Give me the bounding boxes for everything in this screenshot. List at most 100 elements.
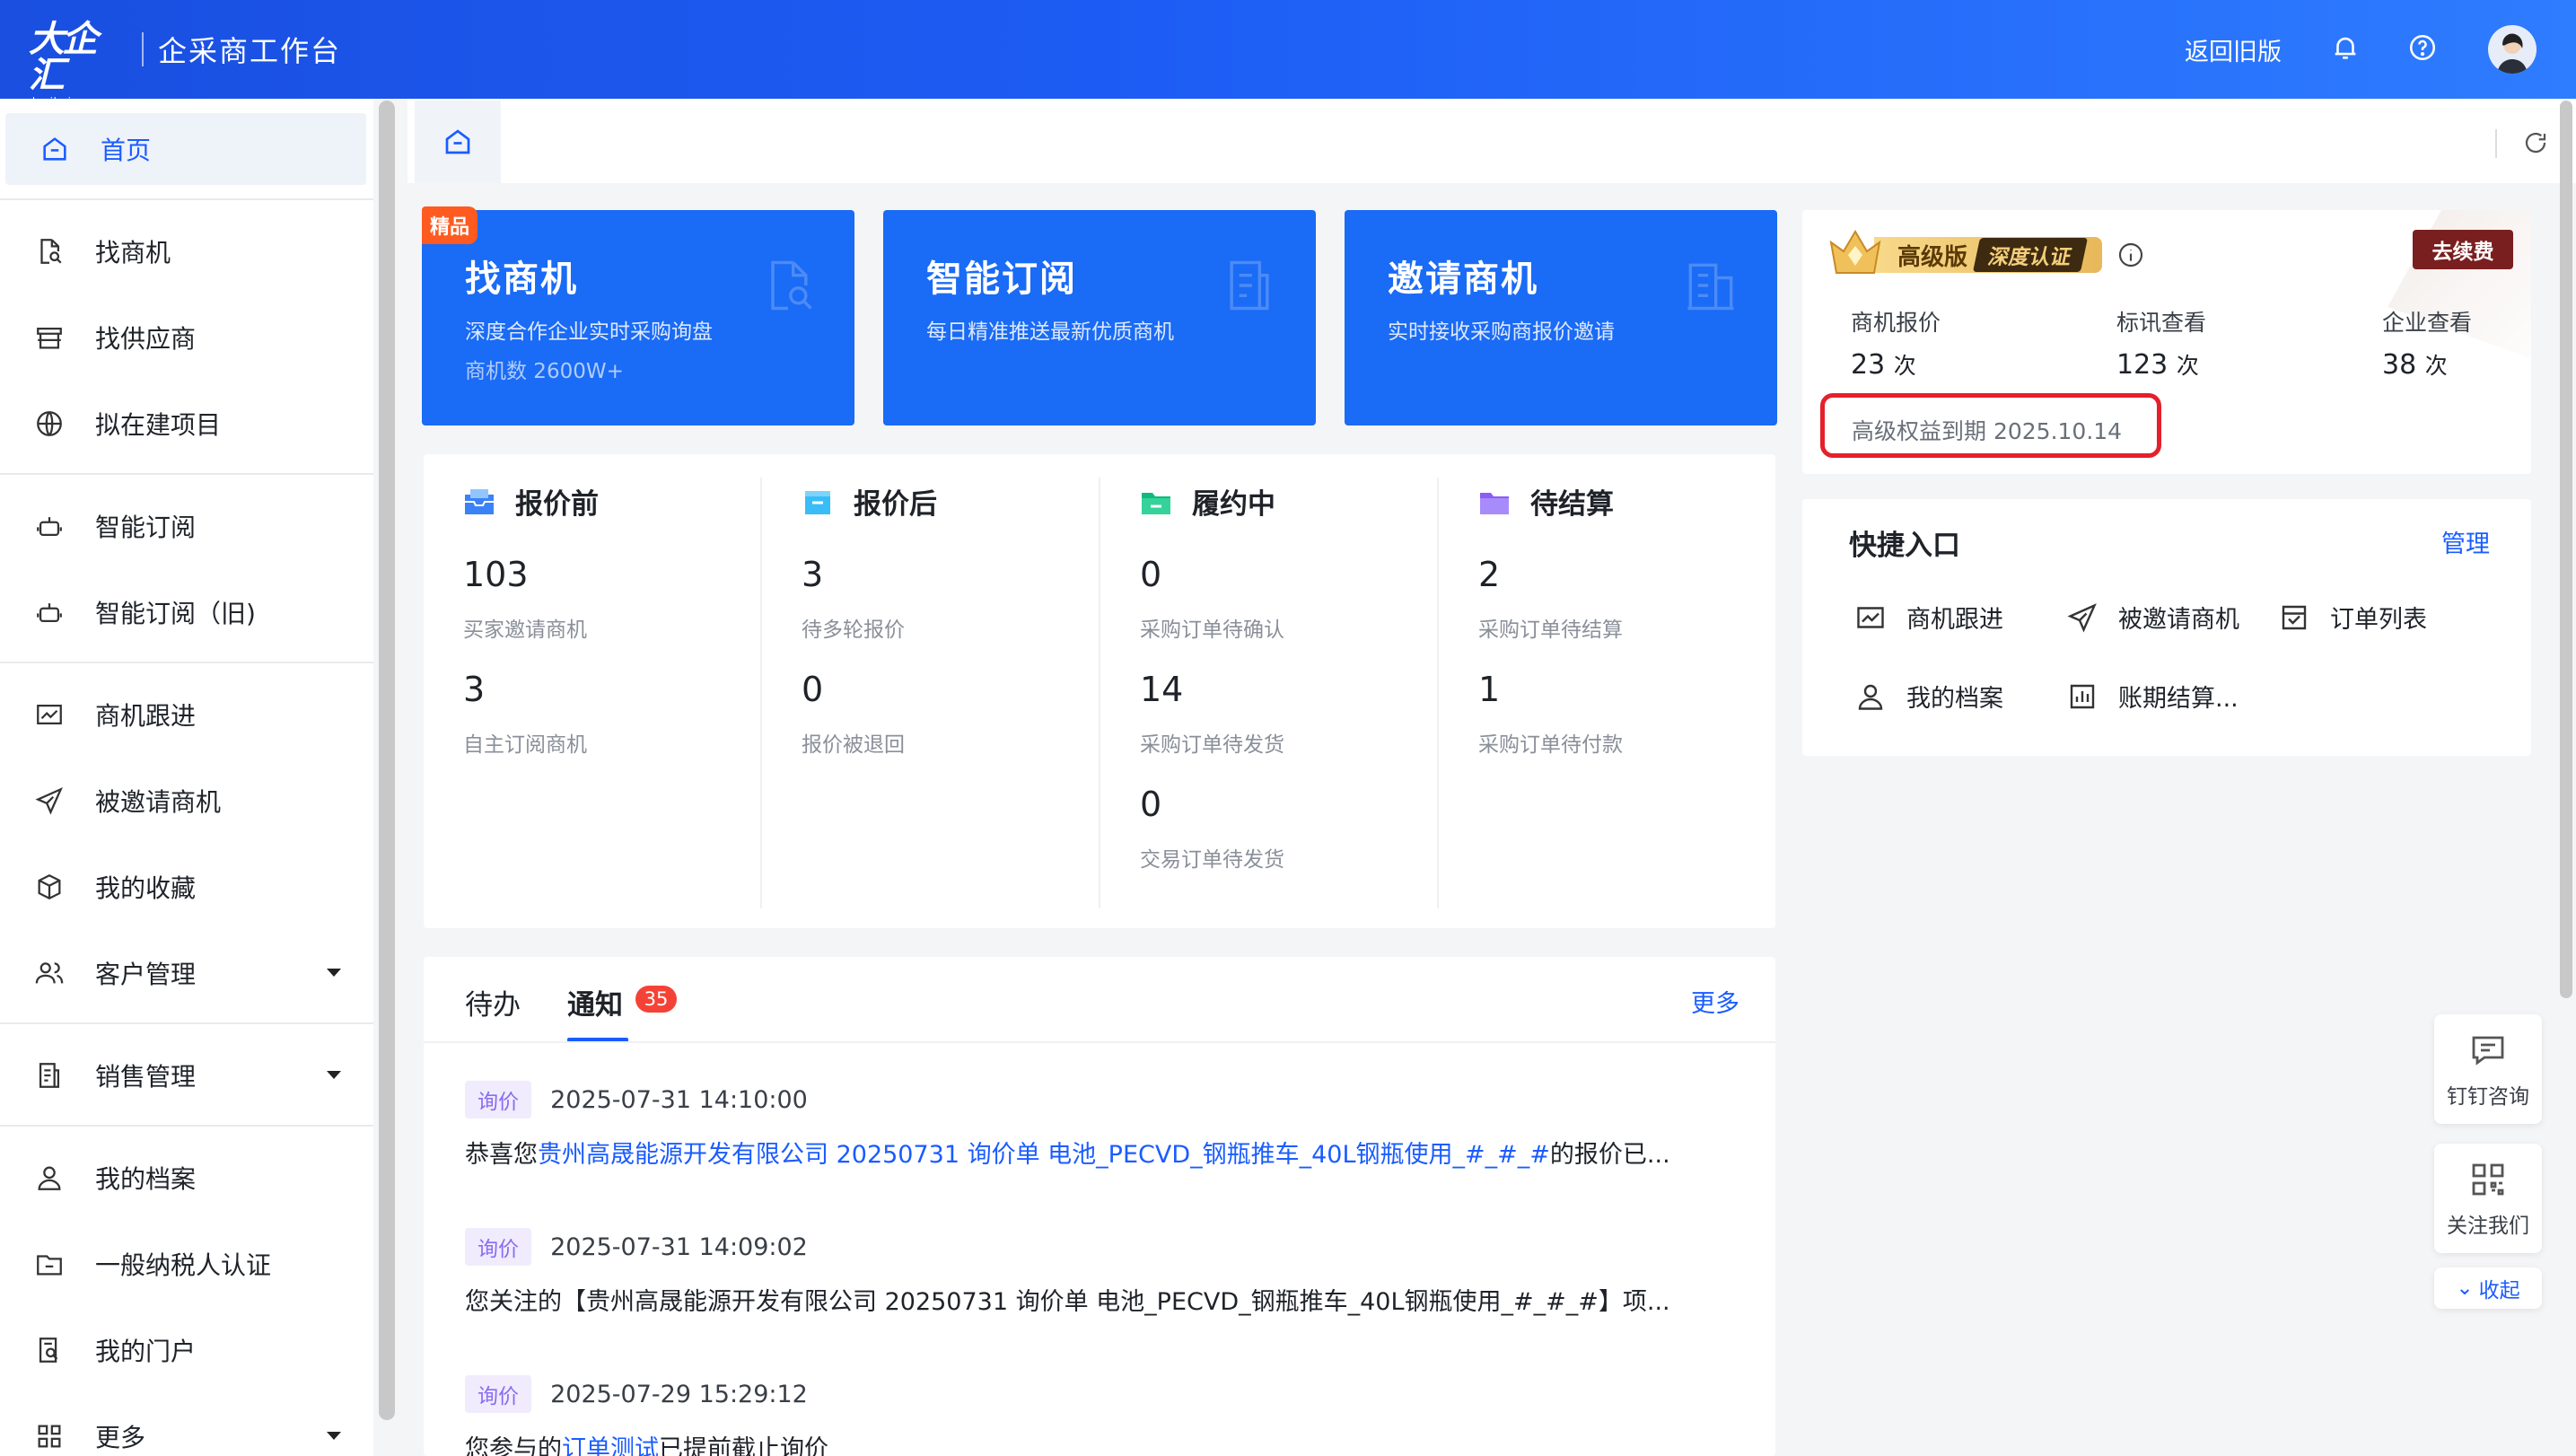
stat-label: 采购订单待发货	[1140, 733, 1284, 757]
renew-button[interactable]: 去续费	[2413, 230, 2513, 269]
sidebar-item-find-opportunity[interactable]: 找商机	[0, 215, 373, 287]
home-icon	[445, 129, 470, 154]
stat-unit: 次	[1893, 353, 1916, 379]
header-divider	[142, 32, 144, 66]
sidebar-item-portal[interactable]: 我的门户	[0, 1314, 373, 1386]
old-version-link[interactable]: 返回旧版	[2185, 32, 2282, 67]
sidebar-item-label: 拟在建项目	[95, 410, 222, 440]
sidebar-item-label: 首页	[101, 136, 152, 165]
sidebar-item-find-supplier[interactable]: 找供应商	[0, 302, 373, 373]
quick-item-label: 订单列表	[2330, 606, 2427, 634]
logo-mark: 大企汇	[29, 19, 98, 96]
more-link[interactable]: 更多	[1691, 984, 1739, 1019]
chart-icon	[37, 704, 62, 725]
notice-body: 您关注的【贵州高晟能源开发有限公司 20250731 询价单 电池_PECVD_…	[465, 1282, 1757, 1317]
stat-value[interactable]: 1	[1478, 670, 1500, 709]
robot-icon	[37, 603, 62, 623]
send-icon	[2067, 602, 2097, 632]
sidebar-item-label: 智能订阅	[95, 513, 197, 542]
stat-value[interactable]: 3	[802, 555, 823, 594]
sidebar-item-customers[interactable]: 客户管理	[0, 937, 373, 1009]
stats-column-pre-quote: 报价前 103 买家邀请商机 3 自主订阅商机	[424, 454, 762, 928]
sidebar-item-label: 我的收藏	[95, 873, 197, 903]
sidebar-item-taxpayer[interactable]: 一般纳税人认证	[0, 1228, 373, 1300]
notice-item[interactable]: 询价 2025-07-31 14:10:00 恭喜您贵州高晟能源开发有限公司 2…	[465, 1081, 1757, 1170]
sidebar-scrollbar[interactable]	[379, 101, 395, 1420]
sidebar-item-home[interactable]: 首页	[5, 113, 366, 185]
app-title: 企采商工作台	[158, 34, 342, 68]
stat-value: 123 次	[2116, 348, 2206, 381]
tab-home[interactable]	[415, 101, 501, 183]
help-icon[interactable]	[2407, 32, 2438, 63]
follow-us-button[interactable]: 关注我们	[2434, 1144, 2542, 1253]
stat-value[interactable]: 14	[1140, 670, 1183, 709]
tab-notifications[interactable]: 通知	[567, 982, 623, 1022]
stats-column-fulfilling: 履约中 0 采购订单待确认 14 采购订单待发货 0 交易订单待发货	[1100, 454, 1439, 928]
membership-card: 高级版 深度认证 去续费 商机报价 23 次 标讯查看 123 次 企业查看 3…	[1802, 210, 2531, 474]
quick-item-invited[interactable]: 被邀请商机	[2066, 600, 2239, 635]
feature-card-find-opportunity[interactable]: 找商机 深度合作企业实时采购询盘 商机数 2600W+	[422, 210, 854, 425]
info-icon[interactable]	[2116, 241, 2145, 269]
notification-count-badge: 35	[635, 986, 677, 1013]
sidebar-item-favorites[interactable]: 我的收藏	[0, 851, 373, 923]
quick-item-follow-up[interactable]: 商机跟进	[1854, 600, 2003, 635]
notice-link[interactable]: 订单测试	[562, 1435, 659, 1456]
sidebar-item-subscription[interactable]: 智能订阅	[0, 490, 373, 562]
sidebar-item-projects[interactable]: 拟在建项目	[0, 388, 373, 460]
card-title: 邀请商机	[1388, 259, 1538, 300]
notice-text: 的报价已...	[1549, 1141, 1670, 1169]
notice-link[interactable]: 贵州高晟能源开发有限公司 20250731 询价单 电池_PECVD_钢瓶推车_…	[538, 1141, 1550, 1169]
quick-item-orders[interactable]: 订单列表	[2278, 600, 2427, 635]
feature-card-subscription[interactable]: 智能订阅 每日精准推送最新优质商机	[883, 210, 1316, 425]
quick-item-profile[interactable]: 我的档案	[1854, 679, 2003, 714]
notice-item[interactable]: 询价 2025-07-29 15:29:12 您参与的订单测试已提前截止询价	[465, 1375, 1757, 1456]
avatar[interactable]	[2488, 25, 2537, 74]
bell-icon[interactable]	[2330, 32, 2361, 63]
stat-label: 待多轮报价	[802, 618, 905, 642]
main-scrollbar[interactable]	[2560, 101, 2572, 998]
sidebar-item-label: 商机跟进	[95, 701, 197, 731]
notice-item[interactable]: 询价 2025-07-31 14:09:02 您关注的【贵州高晟能源开发有限公司…	[465, 1228, 1757, 1317]
notice-body: 您参与的订单测试已提前截止询价	[465, 1429, 1757, 1456]
user-icon	[38, 1166, 61, 1190]
sidebar-item-sales[interactable]: 销售管理	[0, 1039, 373, 1111]
cube-icon	[38, 873, 61, 900]
stat-value[interactable]: 0	[1140, 555, 1161, 594]
notice-time: 2025-07-29 15:29:12	[550, 1380, 808, 1408]
quick-item-settlement[interactable]: 账期结算...	[2066, 679, 2239, 714]
sidebar-item-invited[interactable]: 被邀请商机	[0, 765, 373, 837]
dingtalk-consult-button[interactable]: 钉钉咨询	[2434, 1014, 2542, 1124]
logo[interactable]: 大企汇 daqihui.com	[29, 22, 127, 107]
sidebar-item-label: 被邀请商机	[95, 787, 222, 817]
notice-panel: 待办 通知 35 更多 询价 2025-07-31 14:10:00 恭喜您贵州…	[424, 957, 1775, 1456]
sidebar-item-label: 智能订阅（旧)	[95, 599, 256, 628]
sidebar-item-label: 我的门户	[95, 1337, 197, 1366]
tab-todo[interactable]: 待办	[465, 982, 521, 1022]
premium-badge: 精品	[422, 206, 478, 244]
collapse-button[interactable]: ⌄ 收起	[2434, 1267, 2542, 1309]
sidebar-item-more[interactable]: 更多	[0, 1400, 373, 1456]
float-label: 钉钉咨询	[2447, 1085, 2529, 1109]
quick-item-label: 被邀请商机	[2118, 606, 2239, 634]
feature-card-invite[interactable]: 邀请商机 实时接收采购商报价邀请	[1345, 210, 1777, 425]
notice-tag: 询价	[465, 1081, 531, 1118]
sidebar-item-label: 找商机	[95, 238, 171, 268]
portal-icon	[39, 1338, 58, 1363]
order-stats-panel: 报价前 103 买家邀请商机 3 自主订阅商机 报价后 3 待多轮报价 0 报价…	[424, 454, 1775, 928]
sidebar-item-subscription-old[interactable]: 智能订阅（旧)	[0, 576, 373, 648]
stat-value[interactable]: 2	[1478, 555, 1500, 594]
quick-item-label: 我的档案	[1906, 685, 2003, 713]
sidebar-separator	[0, 198, 373, 200]
sidebar-item-follow-up[interactable]: 商机跟进	[0, 679, 373, 750]
sidebar-item-profile[interactable]: 我的档案	[0, 1142, 373, 1214]
sidebar-item-label: 更多	[95, 1423, 146, 1452]
refresh-icon[interactable]	[2522, 129, 2549, 156]
notice-tag: 询价	[465, 1375, 531, 1413]
stat-value[interactable]: 103	[463, 555, 529, 594]
store-icon	[37, 327, 62, 349]
stat-value[interactable]: 3	[463, 670, 485, 709]
stat-unit: 次	[2424, 353, 2448, 379]
manage-link[interactable]: 管理	[2441, 524, 2490, 559]
stat-value[interactable]: 0	[802, 670, 823, 709]
stat-value[interactable]: 0	[1140, 785, 1161, 824]
